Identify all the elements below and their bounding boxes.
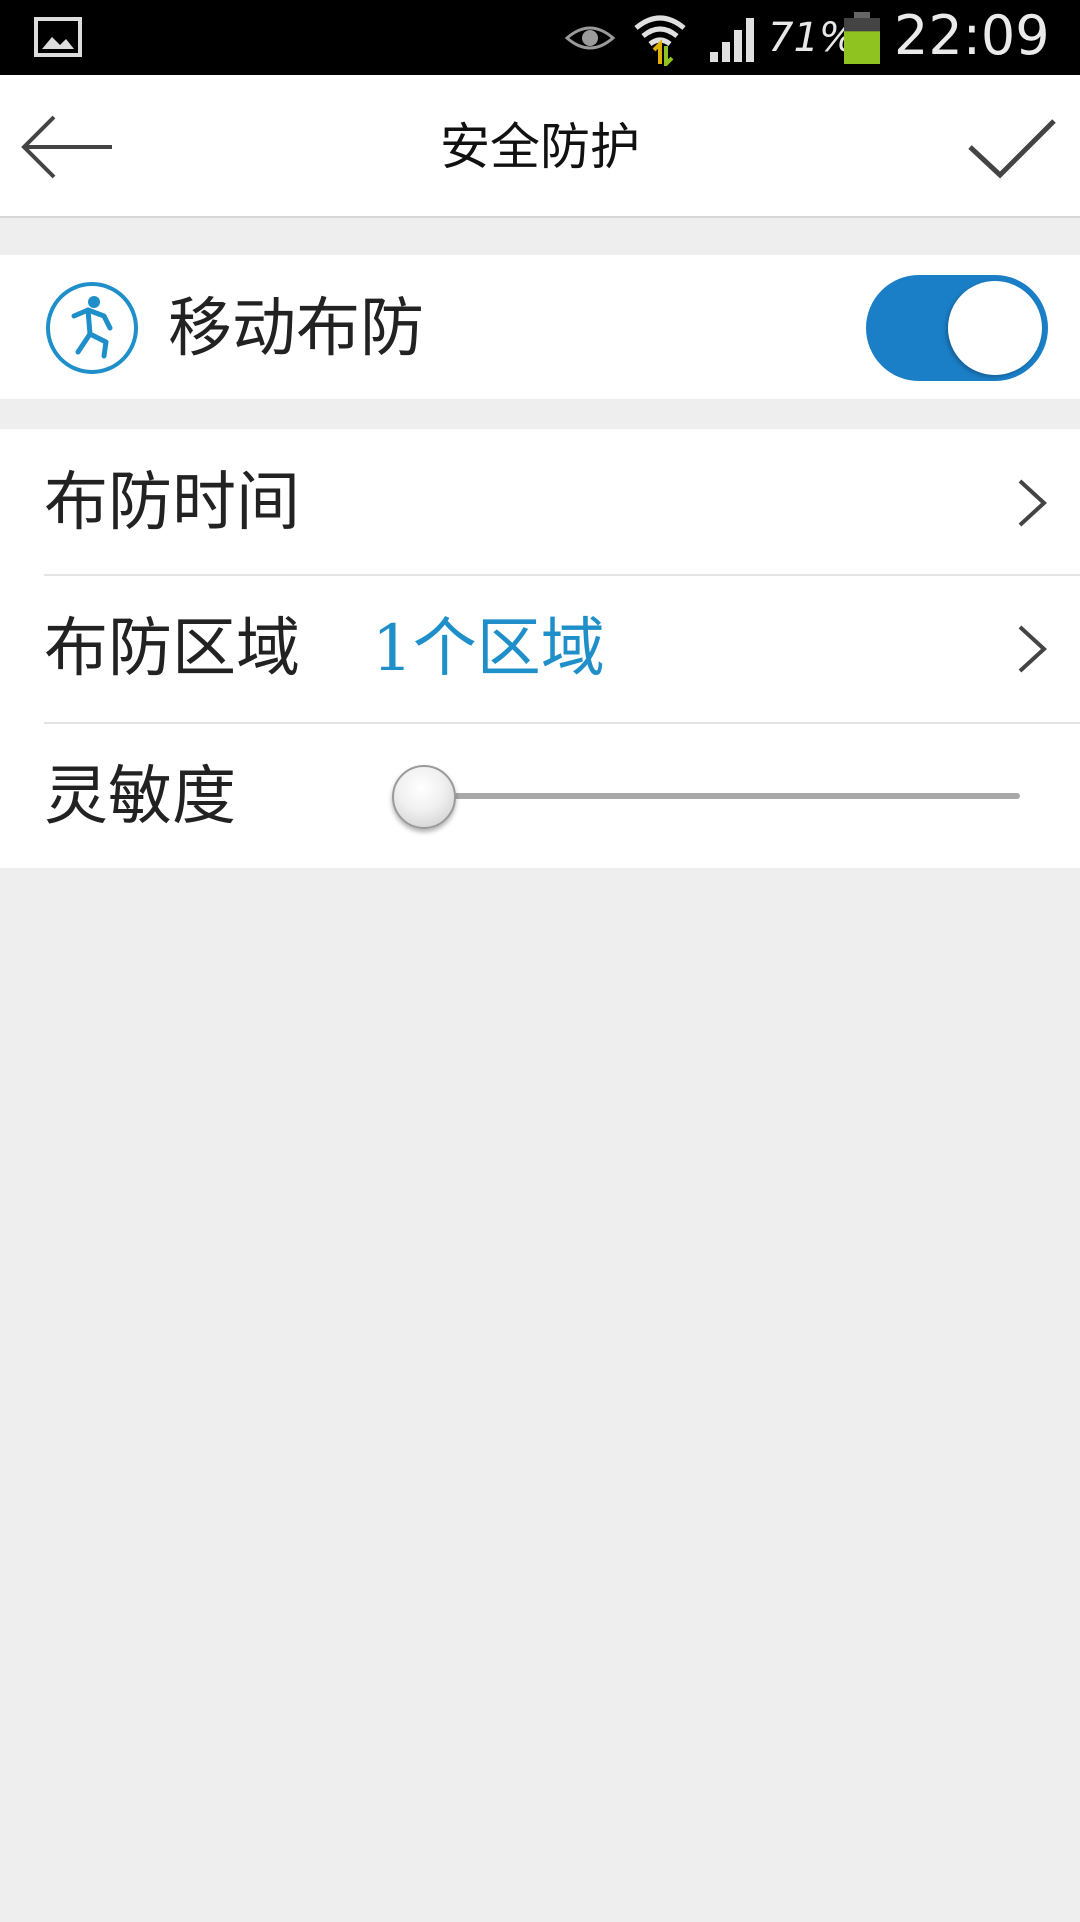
- zone-label: 布防区域: [44, 612, 300, 686]
- page-title: 安全防护: [440, 118, 640, 176]
- confirm-button[interactable]: [964, 105, 1060, 189]
- running-man-icon: [46, 282, 138, 374]
- zone-row[interactable]: 布防区域 1个区域: [0, 575, 1080, 722]
- eye-icon: [565, 26, 615, 50]
- chevron-right-icon: [1018, 625, 1047, 673]
- settings-list: 布防时间 布防区域 1个区域 灵敏度: [0, 429, 1080, 868]
- clock: 22:09: [894, 4, 1050, 67]
- motion-detection-toggle[interactable]: [866, 275, 1048, 381]
- sensitivity-label: 灵敏度: [44, 760, 236, 834]
- wifi-icon: [634, 15, 686, 66]
- toggle-knob: [948, 281, 1042, 375]
- check-icon: [968, 119, 1056, 179]
- chevron-right-icon: [1018, 479, 1047, 527]
- battery-icon: [844, 12, 880, 64]
- sensitivity-slider-track[interactable]: [420, 793, 1020, 799]
- sensitivity-slider-thumb[interactable]: [392, 765, 456, 829]
- sensitivity-row: 灵敏度: [0, 723, 1080, 868]
- signal-icon: [710, 18, 754, 62]
- schedule-label: 布防时间: [44, 466, 300, 540]
- app-bar: 安全防护: [0, 75, 1080, 218]
- status-bar: 71% 22:09: [0, 0, 1080, 75]
- motion-detection-label: 移动布防: [168, 292, 424, 366]
- gallery-icon: [34, 17, 82, 57]
- motion-detection-row: 移动布防: [0, 255, 1080, 399]
- schedule-row[interactable]: 布防时间: [0, 429, 1080, 574]
- zone-value: 1个区域: [372, 612, 605, 686]
